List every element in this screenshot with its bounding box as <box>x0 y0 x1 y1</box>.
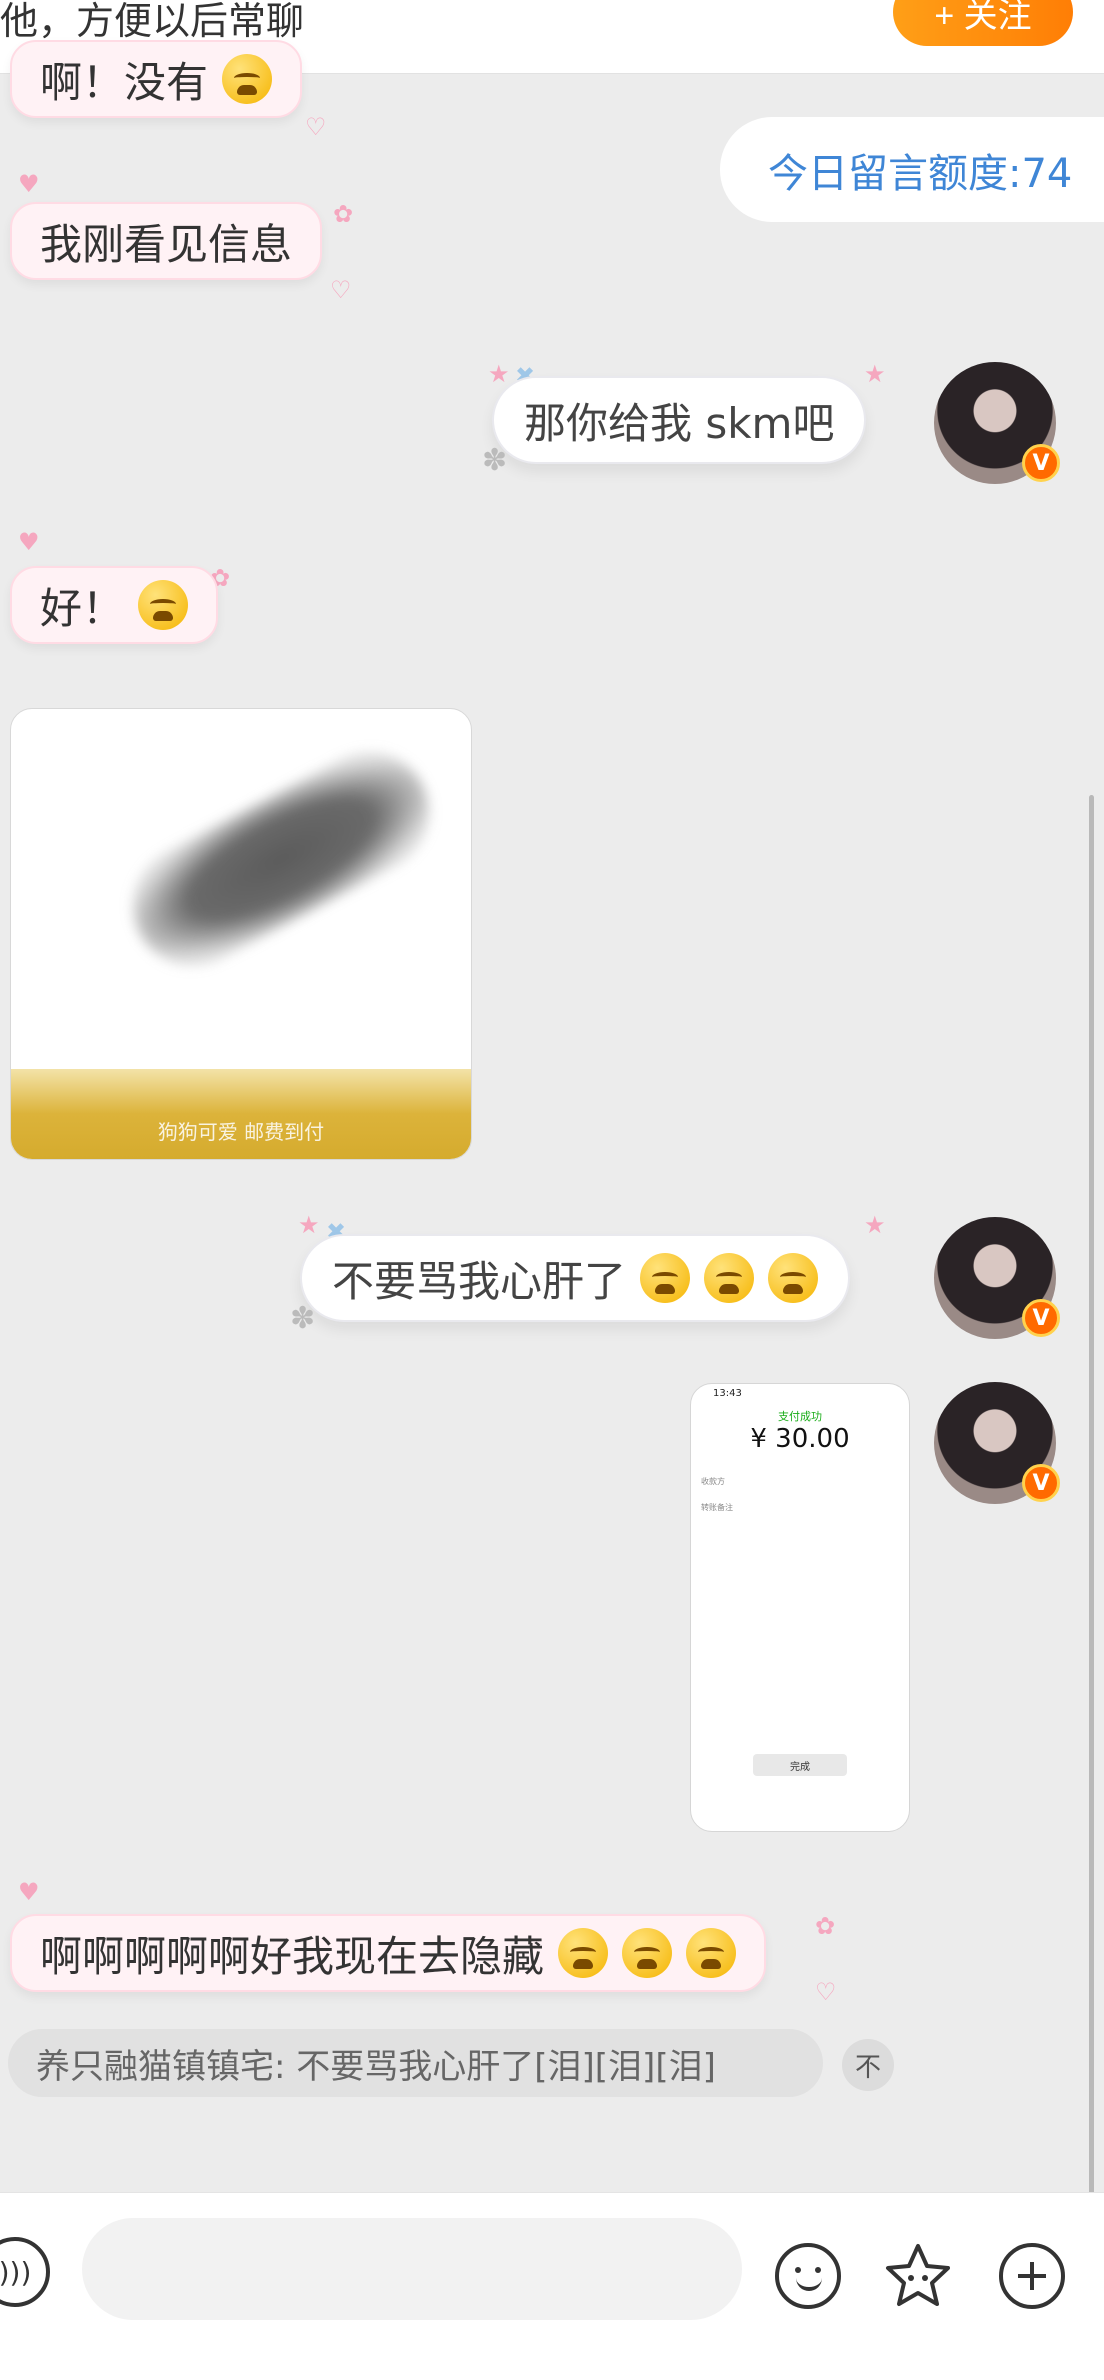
heart-decoration-icon: ♡ <box>330 276 352 304</box>
voice-icon[interactable]: ))) <box>0 2237 50 2307</box>
payee-label: 收款方 <box>701 1477 725 1486</box>
bow-decoration-icon: ✿ <box>333 200 354 228</box>
payment-screenshot-message[interactable]: 13:43 支付成功 ¥ 30.00 收款方 转账备注 完成 <box>690 1383 910 1832</box>
message-bubble-received[interactable]: 啊！没有 <box>10 40 303 118</box>
paw-decoration-icon: ✽ <box>482 443 508 478</box>
shy-emoji-icon <box>686 1928 737 1978</box>
crying-emoji-icon <box>640 1253 691 1303</box>
star-decoration-icon: ★ <box>864 360 886 388</box>
blurred-region <box>111 730 451 988</box>
status-time: 13:43 <box>713 1388 742 1399</box>
message-quota-badge: 今日留言额度:74 <box>720 117 1104 222</box>
follow-button[interactable]: + 关注 <box>893 0 1073 46</box>
more-button[interactable] <box>996 2240 1068 2312</box>
photo-caption: 狗狗可爱 邮费到付 <box>157 1120 325 1144</box>
bow-decoration-icon: ✿ <box>815 1912 836 1940</box>
star-decoration-icon: ★ <box>864 1211 886 1239</box>
payment-amount: ¥ 30.00 <box>750 1424 850 1454</box>
quota-text: 今日留言额度:74 <box>768 150 1073 197</box>
star-decoration-icon: ★ <box>298 1211 320 1239</box>
message-bubble-sent[interactable]: 不要骂我心肝了 <box>300 1234 851 1322</box>
crying-emoji-icon <box>138 580 189 630</box>
shy-emoji-icon <box>558 1928 609 1978</box>
avatar[interactable]: V <box>934 1382 1060 1504</box>
star-decoration-icon: ★ <box>488 360 510 388</box>
avatar[interactable]: V <box>934 362 1060 484</box>
emoji-button[interactable] <box>772 2240 844 2312</box>
message-text: 啊啊啊啊啊好我现在去隐藏 <box>40 1931 545 1981</box>
photo-label-strip <box>11 1069 471 1159</box>
message-input[interactable] <box>82 2218 742 2320</box>
quoted-reply[interactable]: 养只融猫镇镇宅: 不要骂我心肝了[泪][泪][泪] <box>8 2029 823 2097</box>
input-bar: ))) <box>0 2192 1104 2380</box>
emoji-icon <box>775 2243 841 2309</box>
heart-decoration-icon: ♥ <box>18 1878 40 1906</box>
paw-decoration-icon: ✽ <box>290 1301 316 1336</box>
crying-emoji-icon <box>704 1253 755 1303</box>
message-bubble-received[interactable]: 我刚看见信息 <box>10 202 323 280</box>
message-text: 不要骂我心肝了 <box>332 1256 627 1306</box>
crying-emoji-icon <box>768 1253 819 1303</box>
quote-collapse-button[interactable]: 不 <box>842 2039 894 2091</box>
avatar[interactable]: V <box>934 1217 1060 1339</box>
photo-message[interactable]: 狗狗可爱 邮费到付 <box>10 708 472 1160</box>
message-bubble-received[interactable]: 啊啊啊啊啊好我现在去隐藏 <box>10 1914 767 1992</box>
crying-emoji-icon <box>222 54 273 104</box>
payment-success-label: 支付成功 <box>778 1410 822 1423</box>
message-text: 我刚看见信息 <box>40 219 293 269</box>
note-label: 转账备注 <box>701 1503 733 1512</box>
heart-decoration-icon: ♥ <box>18 528 40 556</box>
heart-decoration-icon: ♡ <box>305 113 327 141</box>
quoted-reply-text: 养只融猫镇镇宅: 不要骂我心肝了[泪][泪][泪] <box>36 2046 716 2087</box>
heart-decoration-icon: ♥ <box>18 170 40 198</box>
sticker-button[interactable] <box>882 2240 954 2312</box>
verified-badge-icon: V <box>1022 444 1060 482</box>
sticker-icon <box>886 2244 950 2306</box>
verified-badge-icon: V <box>1022 1299 1060 1337</box>
message-bubble-received[interactable]: 好！ <box>10 566 219 644</box>
message-text: 好！ <box>40 583 125 633</box>
plus-icon <box>999 2243 1065 2309</box>
message-bubble-sent[interactable]: 那你给我 skm吧 <box>492 376 867 464</box>
done-button: 完成 <box>753 1754 847 1776</box>
follow-hint-text: 他，方便以后常聊 <box>0 0 305 43</box>
verified-badge-icon: V <box>1022 1464 1060 1502</box>
message-text: 那你给我 skm吧 <box>524 398 835 448</box>
heart-decoration-icon: ♡ <box>815 1978 837 2006</box>
scrollbar[interactable] <box>1089 795 1094 2195</box>
shy-emoji-icon <box>622 1928 673 1978</box>
message-text: 啊！没有 <box>40 57 209 107</box>
